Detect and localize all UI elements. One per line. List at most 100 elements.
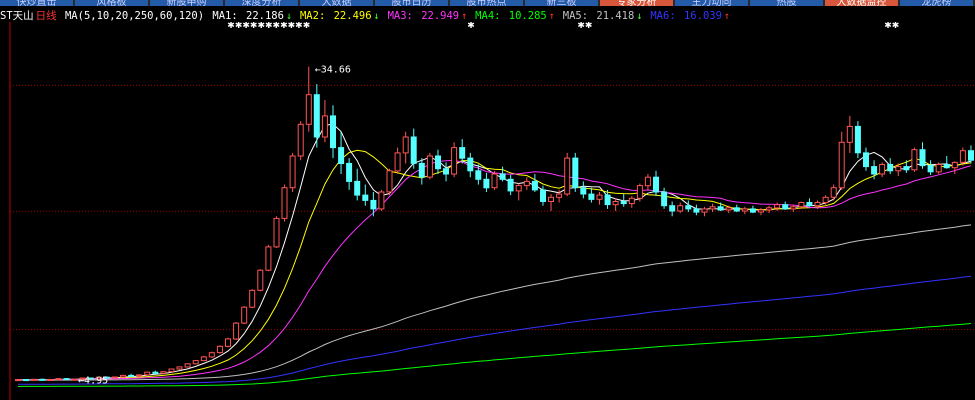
candle-body [774, 204, 781, 209]
candle-body [523, 180, 530, 187]
candle-body [459, 147, 466, 159]
menu-tab-7[interactable]: 新三板 [525, 0, 598, 6]
menu-tab-0[interactable]: 快炒直击 [0, 0, 73, 6]
candle-body [491, 173, 498, 189]
menu-tab-3[interactable]: 深度分析 [225, 0, 298, 6]
candle-body [168, 368, 175, 373]
candle-body [55, 378, 62, 381]
candle-body [443, 168, 449, 175]
candle-body [305, 94, 312, 125]
candle-body [63, 378, 70, 381]
ma1-legend: MA1: 22.186 ↓ [212, 10, 294, 22]
candle-body [515, 185, 522, 192]
candle-body [435, 155, 441, 170]
candle-body [31, 378, 38, 381]
candle-body [128, 374, 135, 377]
menu-tab-4[interactable]: 大数据 [300, 0, 373, 6]
candle-body [531, 180, 538, 191]
candle-body [386, 170, 393, 193]
candle-body [362, 194, 369, 201]
candle-body [895, 166, 902, 172]
candle-body [346, 162, 353, 182]
candle-body [313, 94, 320, 138]
candle-body [951, 161, 958, 169]
candle-body [233, 322, 240, 340]
ma3-label: MA3: [387, 10, 413, 22]
ma5-label: MA5: [562, 10, 589, 22]
candle-body [628, 197, 635, 205]
candle-body [499, 173, 506, 180]
candle-body [192, 360, 199, 365]
menu-tab-2[interactable]: 新股申购 [150, 0, 223, 6]
candle-body [758, 209, 764, 213]
candle-body [426, 155, 433, 178]
ma6-legend: MA6: 16.039 ↑ [650, 10, 732, 22]
top-menu-bar: 快炒直击 风格板 新股申购 深度分析 大数据 股市日历 股市热点 新三板 专家分析 主力动向 热股大… [0, 0, 975, 6]
event-marker-icon: ✱✱ [577, 22, 592, 31]
candle-body [136, 374, 143, 377]
chart-period[interactable]: 日线 [36, 10, 57, 22]
candle-body [281, 187, 288, 219]
candle-body [451, 147, 458, 175]
candle-body [47, 379, 54, 381]
candle-body [15, 379, 21, 382]
candle-body [548, 196, 554, 203]
candle-body [919, 149, 926, 167]
candle-body [887, 164, 894, 172]
candle-body [144, 371, 151, 376]
candle-body [620, 201, 627, 205]
candle-body [507, 178, 514, 192]
candle-body [838, 141, 845, 189]
candle-body [693, 208, 700, 213]
candle-body [653, 176, 659, 193]
candle-body [394, 152, 401, 172]
candle-body [661, 191, 668, 207]
candle-body [911, 149, 918, 171]
candle-body [483, 178, 490, 189]
candle-body [572, 157, 579, 189]
ma4-legend: MA4: 10.285 ↑ [475, 10, 557, 22]
candlestick-chart[interactable]: ←34.66←4.95✱✱✱✱✱✱✱✱✱✱✱ ✱ ✱✱ ✱✱ [0, 22, 975, 400]
menu-tab-6[interactable]: 股市热点 [450, 0, 523, 6]
menu-tab-8[interactable]: 专家分析 [600, 0, 673, 6]
candle-body [330, 115, 336, 149]
ma-params: MA(5,10,20,250,60,120) [64, 10, 205, 22]
candle-body [216, 345, 223, 354]
menu-tab-1[interactable]: 风格板 [75, 0, 148, 6]
ma1-direction-icon: ↓ [285, 11, 292, 22]
menu-tab-10[interactable]: 热股 [750, 0, 823, 6]
indicator-legend: ST天山 日线 MA(5,10,20,250,60,120) MA1: 22.18… [0, 9, 975, 23]
candle-body [410, 136, 417, 164]
ma4-value: 10.285 [502, 10, 547, 22]
candle-body [588, 193, 595, 200]
max-price-label: ←34.66 [315, 65, 351, 76]
candle-body [249, 289, 256, 308]
candle-body [200, 356, 207, 362]
candle-body [854, 125, 861, 154]
candle-body [846, 125, 853, 143]
menu-tab-12[interactable]: 龙虎榜 [900, 0, 973, 6]
menu-tab-11[interactable]: 大数据监控 [825, 0, 898, 6]
candle-body [879, 164, 886, 175]
candle-body [23, 379, 30, 382]
stock-name[interactable]: ST天山 [0, 10, 34, 22]
ma5-legend: MA5: 21.418 ↓ [563, 10, 645, 22]
candle-body [257, 269, 264, 291]
candle-body [120, 374, 126, 378]
candle-body [669, 205, 676, 212]
candle-body [733, 207, 740, 212]
ma-values: MA1: 22.186 ↓ MA2: 22.496 ↓ MA3: 22.949 ↑ MA4:… [212, 10, 738, 22]
candle-body [39, 378, 46, 381]
ma3-line [17, 159, 972, 381]
candle-body [402, 136, 409, 154]
ma1-label: MA1: [212, 10, 238, 22]
candle-body [265, 246, 272, 271]
candle-body [580, 187, 587, 195]
ma2-label: MA2: [299, 10, 326, 22]
menu-tab-9[interactable]: 主力动向 [675, 0, 748, 6]
candle-body [556, 193, 563, 198]
candle-body [701, 208, 708, 213]
candle-body [766, 207, 773, 211]
menu-tab-5[interactable]: 股市日历 [375, 0, 448, 6]
candle-body [968, 150, 974, 161]
